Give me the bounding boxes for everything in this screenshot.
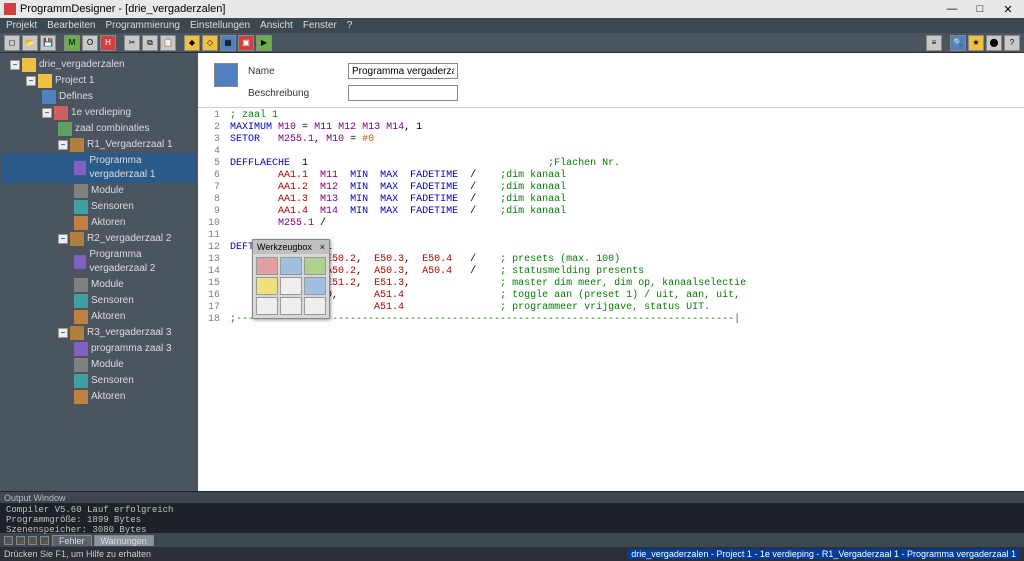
- tree-room-2-aktoren[interactable]: Aktoren: [2, 309, 196, 325]
- toolbar-open-icon[interactable]: 📂: [22, 35, 38, 51]
- output-tabs: Fehler Warnungen: [0, 533, 1024, 547]
- toolbox-btn-5[interactable]: [280, 277, 302, 295]
- line-gutter: 123456789101112131415161718: [198, 108, 226, 491]
- menu-fenster[interactable]: Fenster: [303, 20, 337, 31]
- toolbox-close-icon[interactable]: ×: [320, 242, 325, 252]
- tree-defines[interactable]: Defines: [2, 89, 196, 105]
- toolbar-misc1-icon[interactable]: ★: [968, 35, 984, 51]
- project-tree[interactable]: −drie_vergaderzalen −Project 1 Defines −…: [0, 53, 198, 491]
- toolbox-btn-2[interactable]: [280, 257, 302, 275]
- tree-room-2-module[interactable]: Module: [2, 277, 196, 293]
- statusbar: Drücken Sie F1, um Hilfe zu erhalten dri…: [0, 547, 1024, 561]
- toolbar-save-icon[interactable]: 💾: [40, 35, 56, 51]
- name-label: Name: [248, 66, 308, 77]
- menubar: Projekt Bearbeiten Programmierung Einste…: [0, 18, 1024, 33]
- tree-floor[interactable]: −1e verdieping: [2, 105, 196, 121]
- output-title: Output Window: [0, 491, 1024, 503]
- content-panel: Name Beschreibung 1234567891011121314151…: [198, 53, 1024, 491]
- window-title: ProgrammDesigner - [drie_vergaderzalen]: [20, 3, 944, 15]
- tab-fehler[interactable]: Fehler: [52, 535, 92, 546]
- menu-help[interactable]: ?: [347, 20, 353, 31]
- tree-room-3-prog[interactable]: programma zaal 3: [2, 341, 196, 357]
- toolbar-misc2-icon[interactable]: ⬤: [986, 35, 1002, 51]
- menu-programmierung[interactable]: Programmierung: [106, 20, 180, 31]
- tree-project[interactable]: −Project 1: [2, 73, 196, 89]
- menu-einstellungen[interactable]: Einstellungen: [190, 20, 250, 31]
- tree-room-3-aktoren[interactable]: Aktoren: [2, 389, 196, 405]
- program-icon: [214, 63, 238, 87]
- tree-room-1-aktoren[interactable]: Aktoren: [2, 215, 196, 231]
- tabs-sq4[interactable]: [40, 536, 49, 545]
- output-window[interactable]: Compiler V5.60 Lauf erfolgreich Programm…: [0, 503, 1024, 533]
- toolbar-tool3-icon[interactable]: ▦: [220, 35, 236, 51]
- werkzeugbox[interactable]: Werkzeugbox ×: [252, 239, 330, 319]
- desc-input[interactable]: [348, 85, 458, 101]
- code-body[interactable]: ; zaal 1 MAXIMUM M10 = M11 M12 M13 M14, …: [226, 108, 1024, 491]
- toolbar-paste-icon[interactable]: 📋: [160, 35, 176, 51]
- close-button[interactable]: ✕: [1000, 3, 1016, 16]
- toolbox-btn-8[interactable]: [280, 297, 302, 315]
- toolbar-h-icon[interactable]: H: [100, 35, 116, 51]
- maximize-button[interactable]: □: [972, 3, 988, 16]
- toolbox-btn-7[interactable]: [256, 297, 278, 315]
- toolbox-btn-6[interactable]: [304, 277, 326, 295]
- toolbox-btn-9[interactable]: [304, 297, 326, 315]
- toolbar-help-icon[interactable]: ?: [1004, 35, 1020, 51]
- toolbar-items-icon[interactable]: ≡: [926, 35, 942, 51]
- tree-room-1[interactable]: −R1_Vergaderzaal 1: [2, 137, 196, 153]
- app-icon: [4, 3, 16, 15]
- minimize-button[interactable]: —: [944, 3, 960, 16]
- menu-bearbeiten[interactable]: Bearbeiten: [47, 20, 95, 31]
- output-line-1: Compiler V5.60 Lauf erfolgreich: [6, 505, 1018, 515]
- toolbar-search-icon[interactable]: 🔍: [950, 35, 966, 51]
- tree-room-1-module[interactable]: Module: [2, 183, 196, 199]
- toolbar-new-icon[interactable]: ◻: [4, 35, 20, 51]
- tree-room-1-sensoren[interactable]: Sensoren: [2, 199, 196, 215]
- toolbar-tool1-icon[interactable]: ◆: [184, 35, 200, 51]
- tree-room-3-module[interactable]: Module: [2, 357, 196, 373]
- tabs-sq2[interactable]: [16, 536, 25, 545]
- output-line-2: Programmgröße: 1899 Bytes: [6, 515, 1018, 525]
- tree-room-3[interactable]: −R3_vergaderzaal 3: [2, 325, 196, 341]
- tree-room-2[interactable]: −R2_vergaderzaal 2: [2, 231, 196, 247]
- status-help-text: Drücken Sie F1, um Hilfe zu erhalten: [4, 549, 151, 559]
- toolbar-o-icon[interactable]: O: [82, 35, 98, 51]
- toolbox-btn-1[interactable]: [256, 257, 278, 275]
- tab-warnungen[interactable]: Warnungen: [94, 535, 154, 546]
- tree-room-3-sensoren[interactable]: Sensoren: [2, 373, 196, 389]
- toolbox-title: Werkzeugbox: [257, 242, 312, 252]
- menu-projekt[interactable]: Projekt: [6, 20, 37, 31]
- toolbar: ◻ 📂 💾 M O H ✂ ⧉ 📋 ◆ ◇ ▦ ▣ ▶ ≡ 🔍 ★ ⬤ ?: [0, 33, 1024, 53]
- toolbar-tool5-icon[interactable]: ▶: [256, 35, 272, 51]
- tree-room-2-prog[interactable]: Programma vergaderzaal 2: [2, 247, 196, 277]
- toolbar-m-icon[interactable]: M: [64, 35, 80, 51]
- toolbar-cut-icon[interactable]: ✂: [124, 35, 140, 51]
- tabs-sq1[interactable]: [4, 536, 13, 545]
- breadcrumb[interactable]: drie_vergaderzalen - Project 1 - 1e verd…: [627, 549, 1020, 559]
- desc-label: Beschreibung: [248, 88, 308, 99]
- toolbar-copy-icon[interactable]: ⧉: [142, 35, 158, 51]
- tree-root[interactable]: −drie_vergaderzalen: [2, 57, 196, 73]
- toolbox-btn-3[interactable]: [304, 257, 326, 275]
- menu-ansicht[interactable]: Ansicht: [260, 20, 293, 31]
- toolbar-tool2-icon[interactable]: ◇: [202, 35, 218, 51]
- tree-room-2-sensoren[interactable]: Sensoren: [2, 293, 196, 309]
- titlebar: ProgrammDesigner - [drie_vergaderzalen] …: [0, 0, 1024, 18]
- name-input[interactable]: [348, 63, 458, 79]
- tabs-sq3[interactable]: [28, 536, 37, 545]
- toolbox-btn-4[interactable]: [256, 277, 278, 295]
- toolbar-tool4-icon[interactable]: ▣: [238, 35, 254, 51]
- tree-room-1-prog[interactable]: Programma vergaderzaal 1: [2, 153, 196, 183]
- tree-zaal-comb[interactable]: zaal combinaties: [2, 121, 196, 137]
